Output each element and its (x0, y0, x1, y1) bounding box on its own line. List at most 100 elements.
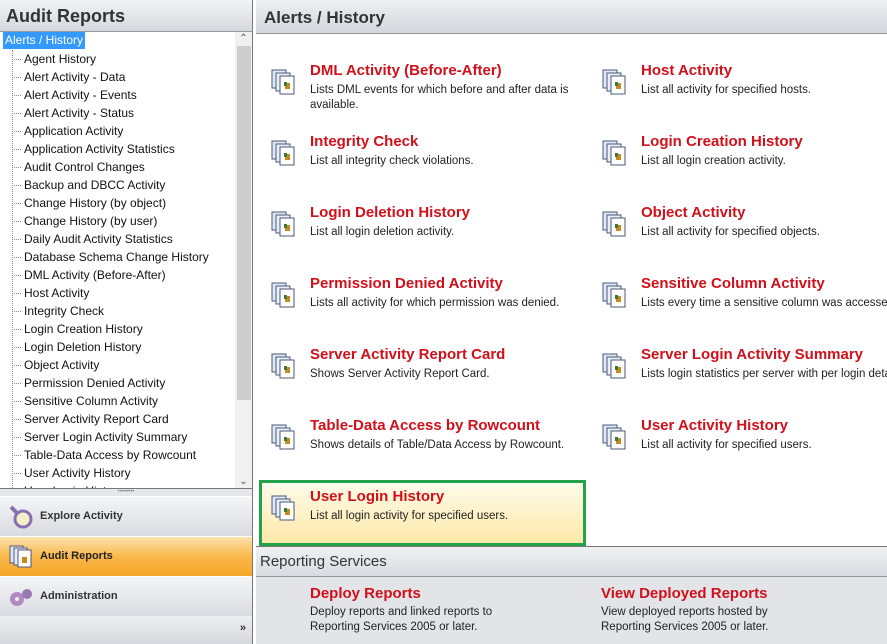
report-desc: Shows details of Table/Data Access by Ro… (310, 439, 565, 451)
gears-icon (10, 589, 32, 606)
report-title[interactable]: User Login History (310, 488, 444, 505)
report-item[interactable]: User Activity History List all activity f… (601, 417, 887, 483)
reporting-services-header: Reporting Services (256, 546, 887, 577)
report-item[interactable]: Sensitive Column Activity Lists every tim… (601, 275, 887, 341)
report-icon (601, 210, 631, 240)
tree-root-alerts-history[interactable]: Alerts / History (3, 32, 86, 49)
report-item[interactable]: Integrity Check List all integrity check … (270, 133, 590, 199)
scroll-thumb[interactable] (237, 46, 251, 400)
report-item[interactable]: User Login History List all login activit… (270, 488, 590, 554)
report-tree: Alerts / History Agent History Alert Acti… (0, 32, 234, 488)
report-title[interactable]: Login Deletion History (310, 204, 470, 221)
scroll-up-icon[interactable]: ⌃ (235, 33, 252, 44)
report-desc: Shows Server Activity Report Card. (310, 368, 490, 380)
report-item[interactable]: Permission Denied Activity Lists all acti… (270, 275, 590, 341)
tree-item[interactable]: Change History (by user) (0, 212, 234, 230)
reports-icon (9, 545, 32, 568)
report-icon (601, 68, 631, 98)
report-icon (601, 139, 631, 169)
tree-item[interactable]: Alert Activity - Data (0, 68, 234, 86)
tree-item[interactable]: Server Activity Report Card (0, 410, 234, 428)
tree-item[interactable]: Agent History (0, 50, 234, 68)
tree-item[interactable]: Table-Data Access by Rowcount (0, 446, 234, 464)
report-title[interactable]: Table-Data Access by Rowcount (310, 417, 540, 434)
tree-item[interactable]: Alert Activity - Status (0, 104, 234, 122)
main-panel: Alerts / History DML Activity (Before-Af… (256, 0, 887, 644)
report-title[interactable]: Sensitive Column Activity (641, 275, 825, 292)
report-desc: List all activity for specified hosts. (641, 84, 812, 96)
report-title[interactable]: Host Activity (641, 62, 732, 79)
report-title[interactable]: DML Activity (Before-After) (310, 62, 502, 79)
tree-item[interactable]: Object Activity (0, 356, 234, 374)
report-item[interactable]: Host Activity List all activity for speci… (601, 62, 887, 128)
tree-item[interactable]: Sensitive Column Activity (0, 392, 234, 410)
tree-item[interactable]: Application Activity Statistics (0, 140, 234, 158)
report-icon (270, 494, 300, 524)
report-item[interactable]: DML Activity (Before-After) Lists DML eve… (270, 62, 590, 128)
report-icon (601, 423, 631, 453)
report-title[interactable]: Login Creation History (641, 133, 803, 150)
report-item[interactable]: Server Activity Report Card Shows Server … (270, 346, 590, 412)
tree-item[interactable]: Backup and DBCC Activity (0, 176, 234, 194)
report-item[interactable]: Login Deletion History List all login del… (270, 204, 590, 270)
report-desc: Lists every time a sensitive column was … (641, 297, 887, 309)
nav-label: Explore Activity (40, 510, 123, 522)
deploy-reports-link[interactable]: Deploy Reports Deploy reports and linked… (310, 585, 525, 635)
tree-item[interactable]: Integrity Check (0, 302, 234, 320)
report-title[interactable]: Integrity Check (310, 133, 418, 150)
report-title[interactable]: Server Activity Report Card (310, 346, 505, 363)
report-desc: Lists all activity for which permission … (310, 297, 560, 309)
configure-buttons-icon[interactable]: » (240, 622, 246, 634)
deploy-reports-title[interactable]: Deploy Reports (310, 585, 525, 602)
tree-item[interactable]: Permission Denied Activity (0, 374, 234, 392)
tree-scrollbar[interactable]: ⌃ ⌄ (235, 32, 252, 488)
tree-item[interactable]: Application Activity (0, 122, 234, 140)
nav-administration[interactable]: Administration (0, 576, 252, 616)
tree-item[interactable]: Login Creation History (0, 320, 234, 338)
report-item[interactable]: Login Creation History List all login cre… (601, 133, 887, 199)
tree-item[interactable]: Login Deletion History (0, 338, 234, 356)
report-title[interactable]: Permission Denied Activity (310, 275, 503, 292)
tree-item[interactable]: Audit Control Changes (0, 158, 234, 176)
report-desc: Lists DML events for which before and af… (310, 84, 569, 111)
report-icon (270, 352, 300, 382)
view-deployed-reports-title[interactable]: View Deployed Reports (601, 585, 801, 602)
report-item[interactable]: Object Activity List all activity for spe… (601, 204, 887, 270)
report-icon (601, 352, 631, 382)
view-deployed-reports-desc: View deployed reports hosted by Reportin… (601, 606, 769, 633)
report-desc: List all integrity check violations. (310, 155, 474, 167)
report-icon (601, 281, 631, 311)
view-deployed-reports-link[interactable]: View Deployed Reports View deployed repo… (601, 585, 801, 635)
report-title[interactable]: Server Login Activity Summary (641, 346, 863, 363)
deploy-reports-desc: Deploy reports and linked reports to Rep… (310, 606, 493, 633)
scroll-down-icon[interactable]: ⌄ (235, 476, 252, 487)
page-title: Alerts / History (256, 0, 887, 34)
report-title[interactable]: Object Activity (641, 204, 745, 221)
report-desc: List all activity for specified objects. (641, 226, 820, 238)
tree-item[interactable]: Database Schema Change History (0, 248, 234, 266)
report-title[interactable]: User Activity History (641, 417, 788, 434)
panel-title: Audit Reports (0, 0, 252, 32)
report-icon (270, 281, 300, 311)
tree-item[interactable]: Server Login Activity Summary (0, 428, 234, 446)
report-desc: List all login activity for specified us… (310, 510, 509, 522)
report-item[interactable]: Server Login Activity Summary Lists login… (601, 346, 887, 412)
report-icon (270, 210, 300, 240)
tree-item[interactable]: DML Activity (Before-After) (0, 266, 234, 284)
report-icon (270, 68, 300, 98)
tree-item[interactable]: Daily Audit Activity Statistics (0, 230, 234, 248)
nav-explore-activity[interactable]: Explore Activity (0, 496, 252, 536)
report-icon (270, 423, 300, 453)
report-desc: List all login creation activity. (641, 155, 786, 167)
reporting-services-section: Deploy Reports Deploy reports and linked… (256, 577, 887, 644)
splitter-handle[interactable]: •••••••• (0, 488, 252, 496)
tree-item[interactable]: User Activity History (0, 464, 234, 482)
report-desc: List all login deletion activity. (310, 226, 455, 238)
report-item[interactable]: Table-Data Access by Rowcount Shows detai… (270, 417, 590, 483)
nav-audit-reports[interactable]: Audit Reports (0, 536, 252, 576)
tree-item[interactable]: Change History (by object) (0, 194, 234, 212)
left-panel: Audit Reports Alerts / History Agent His… (0, 0, 253, 644)
tree-item[interactable]: Host Activity (0, 284, 234, 302)
tree-item[interactable]: Alert Activity - Events (0, 86, 234, 104)
nav-label: Audit Reports (40, 550, 113, 562)
